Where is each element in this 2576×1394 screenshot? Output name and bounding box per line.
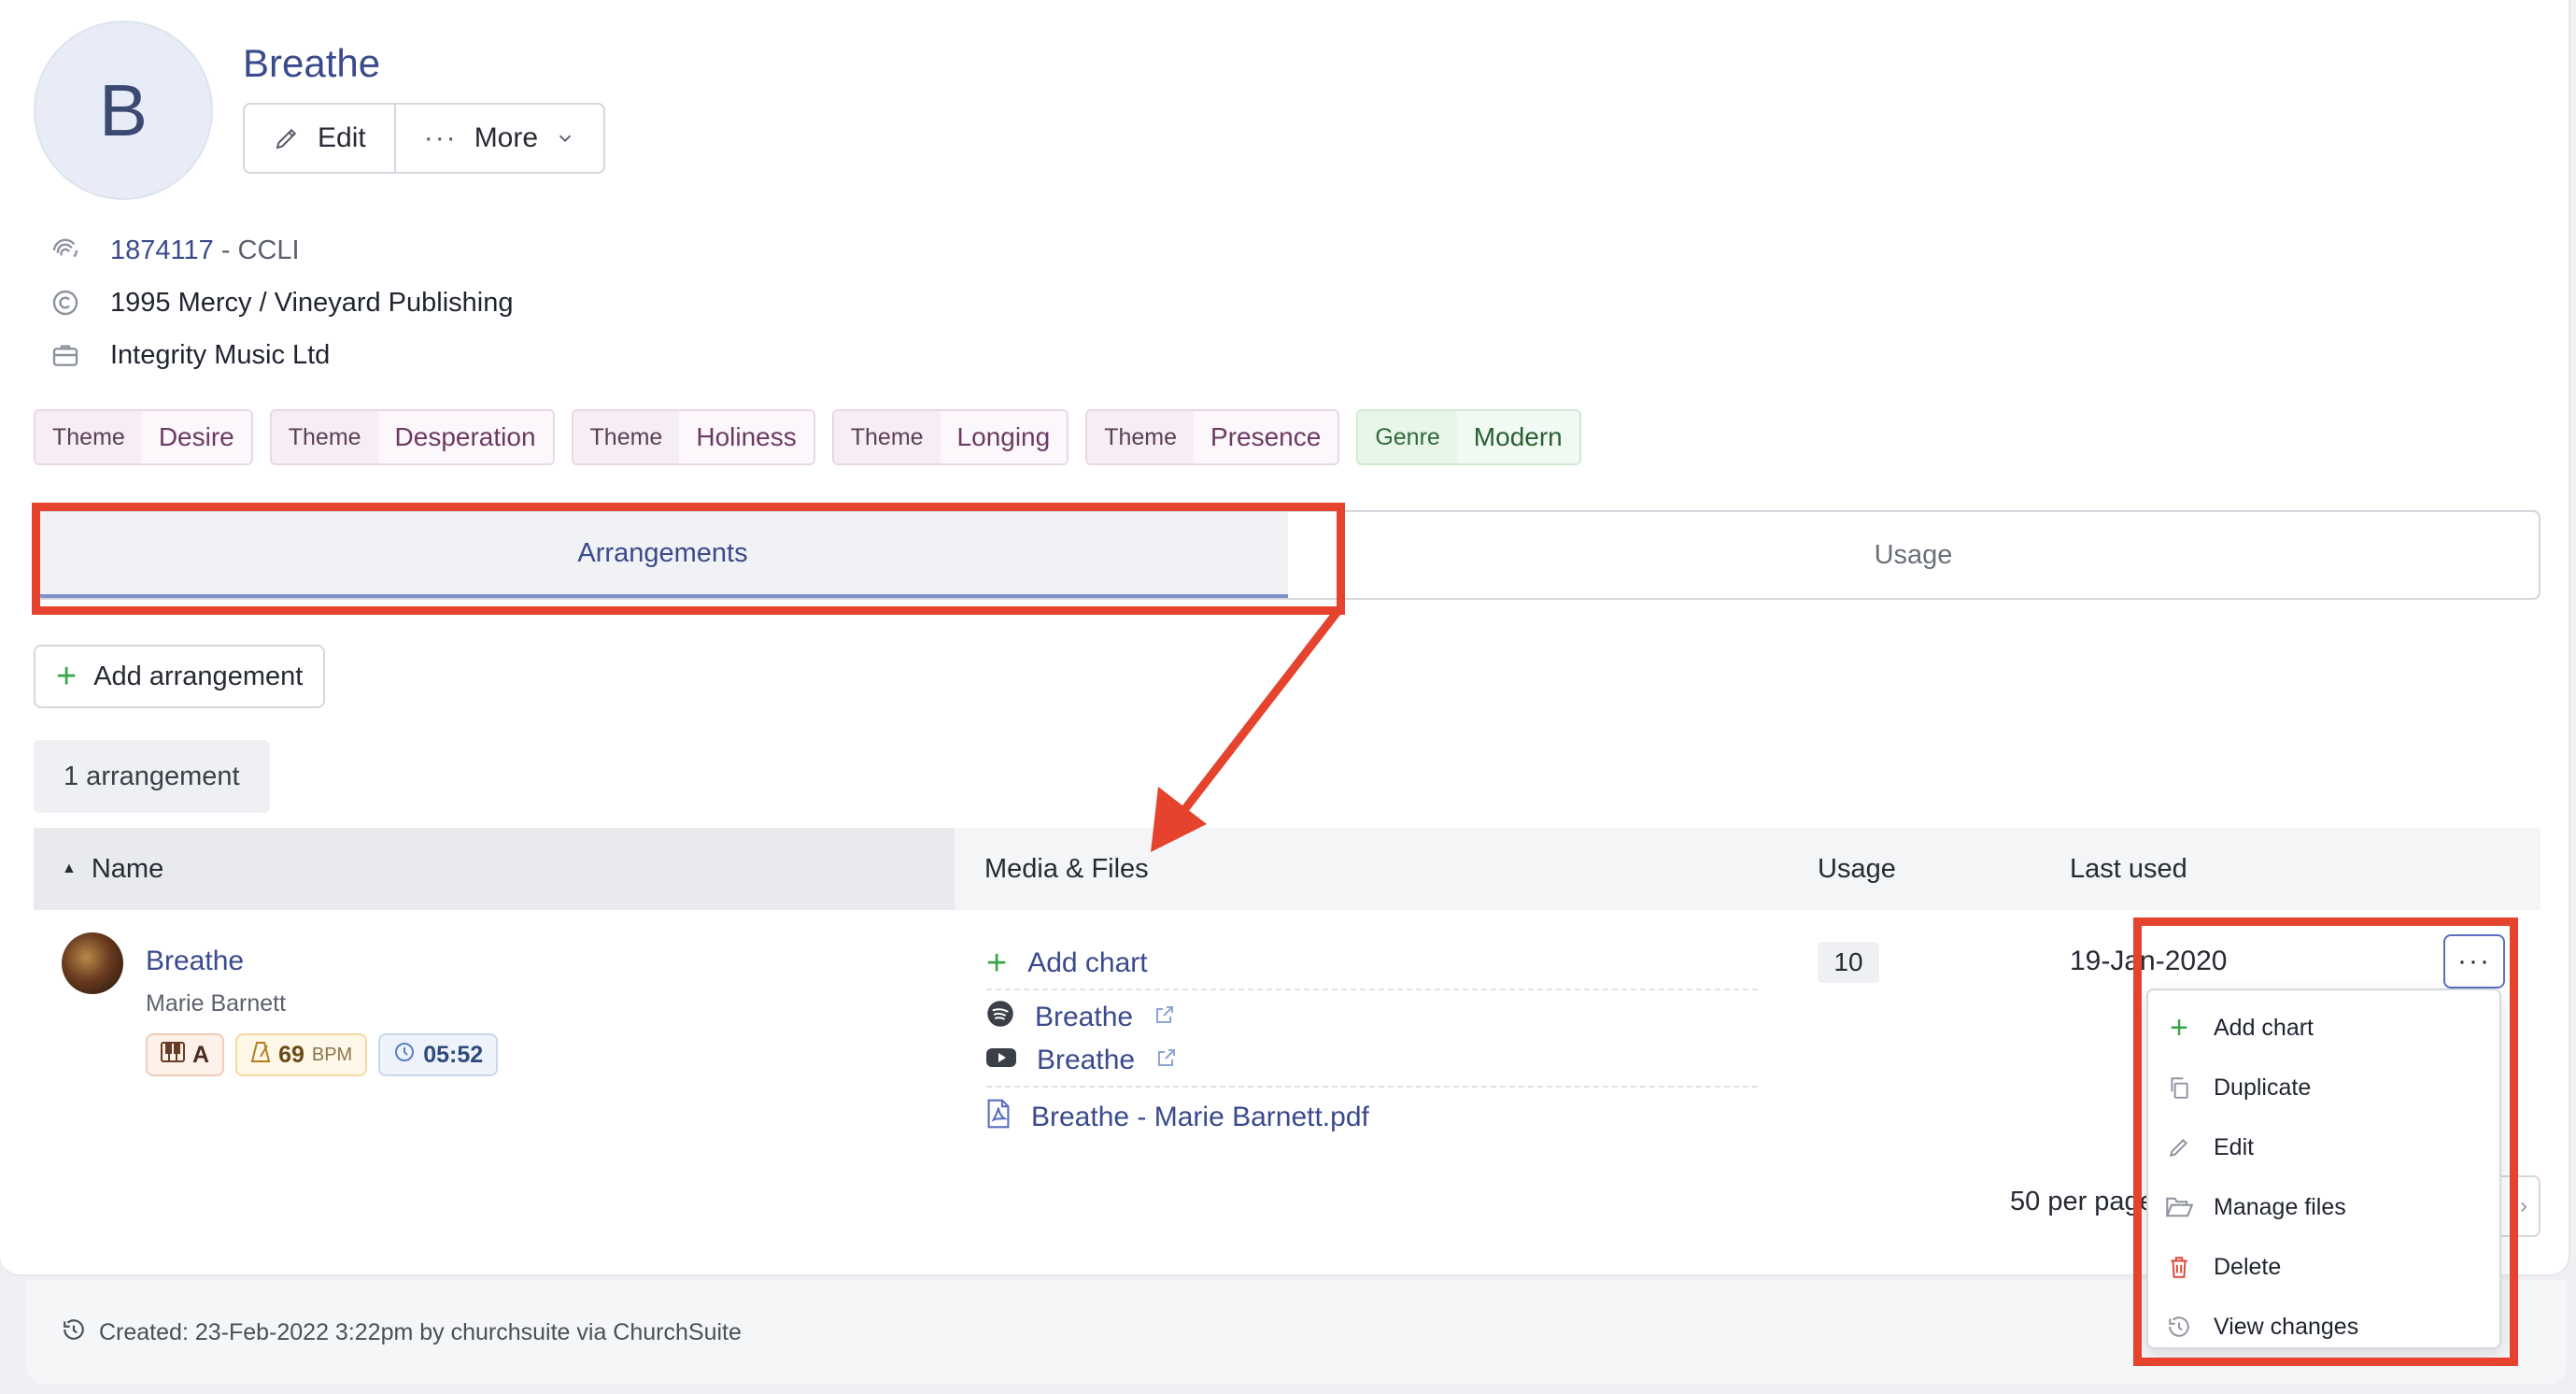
pencil-icon [2165, 1133, 2193, 1161]
ccli-suffix: - CCLI [220, 235, 300, 265]
external-link-icon [1154, 1003, 1176, 1032]
ccli-row: 1874117 - CCLI [49, 234, 300, 267]
menu-item-view-changes[interactable]: View changes [2148, 1297, 2499, 1357]
column-header-media: Media & Files [984, 853, 1149, 884]
ccli-number-link[interactable]: 1874117 [110, 235, 214, 265]
song-actions: Edit ··· More [243, 103, 606, 174]
column-header-usage[interactable]: Usage [1818, 828, 1896, 910]
more-button[interactable]: ··· More [393, 105, 603, 172]
menu-item-manage-files[interactable]: Manage files [2148, 1177, 2499, 1237]
spotify-link[interactable]: Breathe [986, 1000, 1176, 1035]
add-arrangement-button[interactable]: + Add arrangement [34, 645, 326, 708]
song-avatar: B [34, 21, 213, 200]
row-actions-menu: + Add chart Duplicate Edit Manage files … [2146, 989, 2501, 1349]
sort-asc-icon: ▲ [62, 861, 77, 876]
duration-badge: 05:52 [378, 1033, 499, 1076]
tag[interactable]: Theme Desire [34, 409, 253, 465]
chevron-down-icon [555, 128, 575, 149]
divider [986, 1086, 1758, 1088]
tag[interactable]: Theme Presence [1085, 409, 1340, 465]
spotify-icon [986, 1000, 1014, 1035]
external-link-icon [1155, 1046, 1178, 1075]
clock-icon [393, 1041, 416, 1070]
arrangement-artist: Marie Barnett [146, 990, 287, 1017]
youtube-icon [986, 1045, 1016, 1076]
add-chart-link[interactable]: + Add chart [986, 946, 1148, 981]
bpm-badge: 69 BPM [235, 1033, 368, 1076]
menu-item-duplicate[interactable]: Duplicate [2148, 1058, 2499, 1117]
plus-icon: + [2170, 1009, 2188, 1046]
genre-tag[interactable]: Genre Modern [1356, 409, 1581, 465]
plus-icon: + [56, 657, 78, 696]
tag[interactable]: Theme Holiness [571, 409, 815, 465]
publisher-row: Integrity Music Ltd [49, 338, 330, 372]
briefcase-icon [49, 338, 82, 372]
copyright-text: 1995 Mercy / Vineyard Publishing [110, 287, 514, 318]
ccli-icon [49, 234, 82, 267]
tag[interactable]: Theme Longing [831, 409, 1069, 465]
last-used-date: 19-Jan-2020 [2070, 946, 2228, 976]
menu-item-add-chart[interactable]: + Add chart [2148, 998, 2499, 1058]
publisher-text: Integrity Music Ltd [110, 339, 331, 370]
arrangement-badges: A 69 BPM 05:52 [146, 1033, 499, 1076]
history-icon [62, 1317, 86, 1348]
history-icon [2165, 1313, 2193, 1341]
copy-icon [2165, 1074, 2193, 1102]
tab-usage[interactable]: Usage [1288, 512, 2539, 598]
tab-arrangements[interactable]: Arrangements [37, 512, 1288, 598]
menu-item-edit[interactable]: Edit [2148, 1117, 2499, 1177]
page-title: Breathe [243, 41, 381, 85]
table-header: ▲ Name Media & Files Usage Last used [34, 828, 2541, 910]
copyright-icon [49, 286, 82, 320]
folder-open-icon [2165, 1193, 2193, 1221]
row-actions-button[interactable]: ··· [2443, 934, 2505, 989]
pdf-file-icon [986, 1099, 1011, 1136]
menu-item-delete[interactable]: Delete [2148, 1237, 2499, 1297]
per-page-select[interactable]: 50 per page [2010, 1187, 2155, 1217]
divider [986, 989, 1758, 990]
column-header-name[interactable]: ▲ Name [34, 828, 955, 910]
trash-icon [2165, 1253, 2193, 1281]
arrangement-count: 1 arrangement [34, 740, 270, 813]
pdf-file-link[interactable]: Breathe - Marie Barnett.pdf [986, 1099, 1369, 1136]
arrangement-title-link[interactable]: Breathe [146, 946, 244, 977]
created-text: Created: 23-Feb-2022 3:22pm by churchsui… [99, 1318, 742, 1345]
metronome-icon [250, 1041, 271, 1070]
edit-button[interactable]: Edit [245, 105, 394, 172]
arrangement-thumbnail [62, 932, 123, 994]
ellipsis-icon: ··· [423, 122, 458, 153]
youtube-link[interactable]: Breathe [986, 1045, 1178, 1076]
copyright-row: 1995 Mercy / Vineyard Publishing [49, 286, 514, 320]
tag-list: Theme Desire Theme Desperation Theme Holine… [34, 409, 1581, 465]
plus-icon: + [986, 944, 1008, 983]
tab-bar: Arrangements Usage [35, 510, 2541, 600]
pencil-icon [273, 124, 301, 152]
tag[interactable]: Theme Desperation [269, 409, 555, 465]
piano-icon [161, 1041, 185, 1069]
usage-count: 10 [1818, 942, 1879, 983]
column-header-last-used[interactable]: Last used [2070, 828, 2187, 910]
key-badge: A [146, 1033, 225, 1076]
